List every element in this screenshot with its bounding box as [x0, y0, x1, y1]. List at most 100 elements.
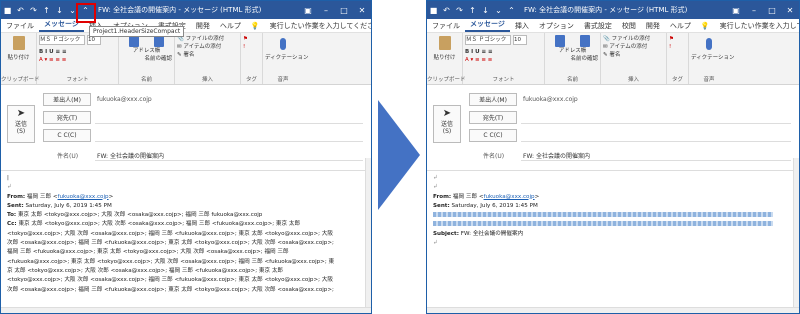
clipboard-label: クリップボード [1, 77, 40, 83]
tell-me-box[interactable]: 実行したい作業を入力してください [715, 21, 799, 31]
redo-icon[interactable]: ↷ [27, 3, 40, 17]
close-icon[interactable]: ✕ [781, 1, 799, 19]
minimize-icon[interactable]: – [745, 1, 763, 19]
font-size-select[interactable]: 10 [513, 35, 527, 45]
font-color-icon[interactable]: A ▾ ≡ ≡ ≡ [465, 56, 542, 64]
lightbulb-icon: 💡 [700, 21, 710, 30]
tab-developer[interactable]: 開発 [191, 21, 215, 31]
save-icon[interactable]: ■ [1, 3, 14, 17]
tab-review[interactable]: 校閲 [617, 21, 641, 31]
font-name-select[interactable]: ＭＳ Ｐゴシック [39, 35, 85, 45]
attach-item-button[interactable]: ✉ アイテムの添付 [177, 43, 238, 51]
tab-message[interactable]: メッセージ [465, 19, 510, 32]
tell-me-box[interactable]: 実行したい作業を入力してください [265, 21, 371, 31]
cc-field[interactable] [521, 141, 791, 142]
down-icon[interactable]: ↓ [479, 3, 492, 17]
to-button[interactable]: 宛先(T) [469, 111, 517, 124]
check-names-button[interactable]: 名前の確認 [121, 55, 172, 63]
cc-button[interactable]: C C(C) [43, 129, 91, 142]
tab-file[interactable]: ファイル [1, 21, 39, 31]
window-title: FW: 全社会議の開催案内 - メッセージ (HTML 形式) [98, 6, 262, 14]
tab-help[interactable]: ヘルプ [215, 21, 246, 31]
address-book-button[interactable]: アドレス帳 [133, 47, 161, 55]
format-buttons[interactable]: B I U ≡ ≡ [39, 48, 116, 56]
dictation-button[interactable]: ディクテーション [691, 54, 735, 62]
blank-line: ↲ [433, 175, 438, 181]
ribbon-options-icon[interactable]: ▣ [299, 1, 317, 19]
send-button[interactable]: ➤ 送信 (S) [7, 105, 35, 143]
vertical-scrollbar[interactable] [793, 158, 799, 307]
check-names-button[interactable]: 名前の確認 [547, 55, 598, 63]
horizontal-scrollbar[interactable] [1, 307, 371, 313]
ribbon: 貼り付け クリップボード ＭＳ Ｐゴシック 10 B I U ≡ ≡ A ▾ ≡… [1, 33, 371, 85]
paste-button[interactable]: 貼り付け [3, 54, 34, 62]
undo-icon[interactable]: ↶ [14, 3, 27, 17]
message-body[interactable]: ↲ ↲ From: 福岡 三郎 <fukuoka@xxx.cojp> Sent:… [427, 171, 799, 251]
flag-icon[interactable]: ⚑ [243, 35, 260, 43]
cursor-line: | [7, 175, 9, 181]
collapsed-recipients [433, 211, 793, 220]
tab-developer[interactable]: 開発 [641, 21, 665, 31]
undo-icon[interactable]: ↶ [440, 3, 453, 17]
names-group-label: 名前 [140, 77, 152, 83]
flag-icon[interactable]: ⚑ [669, 35, 686, 43]
vertical-scrollbar[interactable] [365, 158, 371, 307]
cc-button[interactable]: C C(C) [469, 129, 517, 142]
check-names-icon[interactable] [580, 35, 591, 47]
dictation-button[interactable]: ディクテーション [265, 54, 309, 62]
signature-button[interactable]: ✎ 署名 [603, 51, 664, 59]
customize-qat-icon[interactable]: ⌃ [505, 3, 518, 17]
up-icon[interactable]: ↑ [466, 3, 479, 17]
from-button[interactable]: 差出人(M) [469, 93, 517, 106]
tab-file[interactable]: ファイル [427, 21, 465, 31]
to-field[interactable] [521, 123, 791, 124]
save-icon[interactable]: ■ [427, 3, 440, 17]
up-icon[interactable]: ↑ [40, 3, 53, 17]
ribbon-options-icon[interactable]: ▣ [727, 1, 745, 19]
to-button[interactable]: 宛先(T) [43, 111, 91, 124]
maximize-icon[interactable]: □ [335, 1, 353, 19]
close-icon[interactable]: ✕ [353, 1, 371, 19]
attach-file-button[interactable]: 📎 ファイルの添付 [177, 35, 238, 43]
tab-format[interactable]: 書式設定 [579, 21, 617, 31]
down-icon[interactable]: ↓ [53, 3, 66, 17]
font-color-icon[interactable]: A ▾ ≡ ≡ ≡ [39, 56, 116, 64]
window-title: FW: 全社会議の開催案内 - メッセージ (HTML 形式) [524, 6, 688, 14]
tab-options[interactable]: オプション [534, 21, 579, 31]
attach-file-button[interactable]: 📎 ファイルの添付 [603, 35, 664, 43]
horizontal-scrollbar[interactable] [427, 307, 799, 313]
paste-icon[interactable] [438, 36, 451, 50]
importance-icon[interactable]: ! [243, 43, 260, 51]
cc-continuation-line: <fukuoka@xxx.cojp>; 東京 太郎 <tokyo@xxx.coj… [7, 258, 335, 265]
font-group: ＭＳ Ｐゴシック 10 B I U ≡ ≡ A ▾ ≡ ≡ ≡ フォント [463, 33, 545, 84]
cc-continuation-line: 次郎 <osaka@xxx.cojp>; 福岡 三郎 <fukuoka@xxx.… [7, 240, 334, 247]
to-field[interactable] [95, 123, 363, 124]
redo-icon[interactable]: ↷ [453, 3, 466, 17]
signature-button[interactable]: ✎ 署名 [177, 51, 238, 59]
tab-insert[interactable]: 挿入 [510, 21, 534, 31]
message-body[interactable]: | ↲ From: 福岡 三郎 <fukuoka@xxx.cojp> Sent:… [1, 171, 371, 298]
tags-group-label: タグ [245, 77, 257, 83]
subject-label: 件名(U) [57, 153, 79, 160]
cc-field[interactable] [95, 141, 363, 142]
font-name-select[interactable]: ＭＳ Ｐゴシック [465, 35, 511, 45]
from-button[interactable]: 差出人(M) [43, 93, 91, 106]
microphone-icon[interactable] [280, 38, 286, 50]
minimize-icon[interactable]: – [317, 1, 335, 19]
header-size-compact-button[interactable]: ⌄ [492, 3, 505, 17]
paste-button[interactable]: 貼り付け [429, 54, 460, 62]
ribbon: 貼り付け クリップボード ＭＳ Ｐゴシック 10 B I U ≡ ≡ A ▾ ≡… [427, 33, 799, 85]
maximize-icon[interactable]: □ [763, 1, 781, 19]
subject-field[interactable]: FW: 全社会議の開催案内 [97, 151, 164, 160]
importance-icon[interactable]: ! [669, 43, 686, 51]
address-book-icon[interactable] [554, 35, 565, 47]
subject-field[interactable]: FW: 全社会議の開催案内 [523, 151, 590, 160]
paste-icon[interactable] [12, 36, 25, 50]
attach-item-button[interactable]: ✉ アイテムの添付 [603, 43, 664, 51]
font-group-label: フォント [66, 77, 89, 83]
tab-help[interactable]: ヘルプ [665, 21, 696, 31]
send-button[interactable]: ➤ 送信 (S) [433, 105, 461, 143]
format-buttons[interactable]: B I U ≡ ≡ [465, 48, 542, 56]
address-book-button[interactable]: アドレス帳 [559, 47, 587, 55]
microphone-icon[interactable] [706, 38, 712, 50]
